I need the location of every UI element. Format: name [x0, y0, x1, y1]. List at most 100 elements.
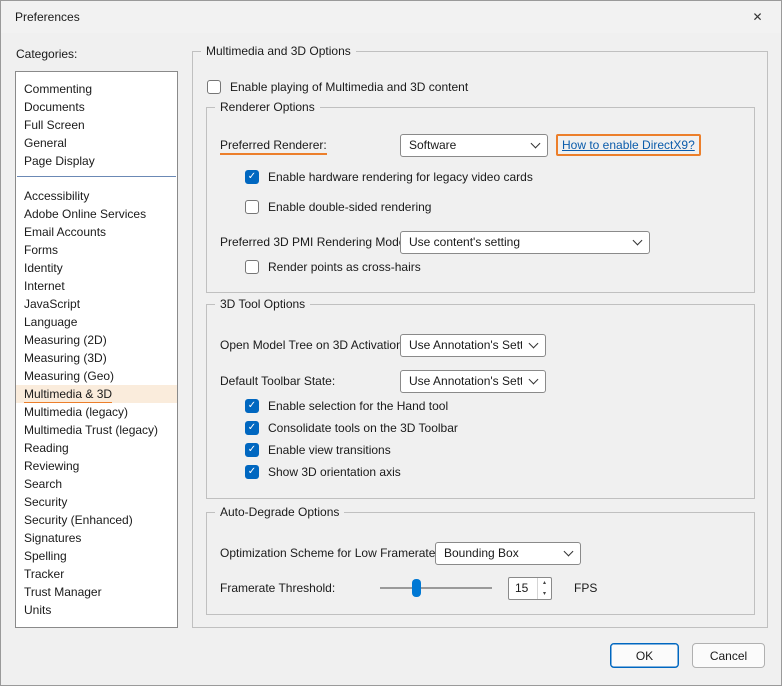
- model-tree-select[interactable]: Use Annotation's Setting: [400, 334, 546, 357]
- category-item-identity[interactable]: Identity: [16, 259, 177, 277]
- auto-degrade-options-title: Auto-Degrade Options: [215, 505, 344, 519]
- category-item-page-display[interactable]: Page Display: [16, 152, 177, 170]
- toolbar-state-label: Default Toolbar State:: [220, 374, 400, 388]
- category-item-measuring-3d[interactable]: Measuring (3D): [16, 349, 177, 367]
- chevron-down-icon: [529, 374, 539, 384]
- checkbox-consolidate-tools[interactable]: ✓ Consolidate tools on the 3D Toolbar: [245, 420, 458, 436]
- checkbox-hardware-rendering[interactable]: ✓ Enable hardware rendering for legacy v…: [245, 169, 533, 185]
- framerate-slider[interactable]: [380, 578, 492, 598]
- category-item-commenting[interactable]: Commenting: [16, 80, 177, 98]
- checkbox-double-sided[interactable]: Enable double-sided rendering: [245, 199, 431, 215]
- category-item-general[interactable]: General: [16, 134, 177, 152]
- category-item-tracker[interactable]: Tracker: [16, 565, 177, 583]
- optimization-select[interactable]: Bounding Box: [435, 542, 581, 565]
- toolbar-state-value: Use Annotation's Setting: [409, 374, 522, 388]
- category-item-multimedia-trust-legacy[interactable]: Multimedia Trust (legacy): [16, 421, 177, 439]
- checkbox-label: Consolidate tools on the 3D Toolbar: [268, 421, 458, 435]
- checkbox-checked-icon[interactable]: ✓: [245, 443, 259, 457]
- model-tree-row: Open Model Tree on 3D Activation: Use An…: [220, 333, 744, 357]
- checkbox-cross-hairs[interactable]: Render points as cross-hairs: [245, 259, 421, 275]
- category-item-forms[interactable]: Forms: [16, 241, 177, 259]
- pmi-rendering-value: Use content's setting: [409, 235, 520, 249]
- category-item-multimedia-legacy[interactable]: Multimedia (legacy): [16, 403, 177, 421]
- slider-track: [380, 587, 492, 589]
- framerate-value: 15: [509, 578, 537, 599]
- list-separator: [17, 176, 176, 177]
- optimization-value: Bounding Box: [444, 546, 519, 560]
- framerate-row: Framerate Threshold: 15 ▴ ▾ FPS: [220, 576, 744, 600]
- checkbox-checked-icon[interactable]: ✓: [245, 399, 259, 413]
- category-item-spelling[interactable]: Spelling: [16, 547, 177, 565]
- checkbox-label: Enable hardware rendering for legacy vid…: [268, 170, 533, 184]
- slider-thumb[interactable]: [412, 579, 421, 597]
- checkbox-unchecked-icon[interactable]: [245, 200, 259, 214]
- preferred-renderer-select[interactable]: Software: [400, 134, 548, 157]
- cancel-button[interactable]: Cancel: [692, 643, 765, 668]
- category-item-accessibility[interactable]: Accessibility: [16, 187, 177, 205]
- spin-up-icon: ▴: [543, 579, 546, 586]
- check-icon: ✓: [248, 172, 256, 182]
- category-item-reading[interactable]: Reading: [16, 439, 177, 457]
- chevron-down-icon: [529, 338, 539, 348]
- category-item-documents[interactable]: Documents: [16, 98, 177, 116]
- renderer-options-title: Renderer Options: [215, 100, 320, 114]
- close-icon: ✕: [752, 10, 762, 24]
- category-item-signatures[interactable]: Signatures: [16, 529, 177, 547]
- category-item-security[interactable]: Security: [16, 493, 177, 511]
- tool-options-title: 3D Tool Options: [215, 297, 310, 311]
- category-item-multimedia-3d-selected[interactable]: Multimedia & 3D: [16, 385, 177, 403]
- model-tree-label: Open Model Tree on 3D Activation:: [220, 338, 400, 352]
- category-item-reviewing[interactable]: Reviewing: [16, 457, 177, 475]
- checkbox-checked-icon[interactable]: ✓: [245, 421, 259, 435]
- optimization-label: Optimization Scheme for Low Framerate:: [220, 546, 435, 560]
- checkbox-orientation-axis[interactable]: ✓ Show 3D orientation axis: [245, 464, 401, 480]
- category-item-full-screen[interactable]: Full Screen: [16, 116, 177, 134]
- selected-category-label: Multimedia & 3D: [24, 387, 112, 403]
- framerate-label: Framerate Threshold:: [220, 581, 380, 595]
- check-icon: ✓: [248, 401, 256, 411]
- spin-up-button[interactable]: ▴: [538, 578, 551, 589]
- checkbox-checked-icon[interactable]: ✓: [245, 465, 259, 479]
- pmi-rendering-label: Preferred 3D PMI Rendering Mode:: [220, 235, 400, 249]
- checkbox-enable-multimedia[interactable]: Enable playing of Multimedia and 3D cont…: [207, 79, 468, 95]
- directx-help-link[interactable]: How to enable DirectX9?: [562, 138, 695, 152]
- spin-buttons: ▴ ▾: [537, 578, 551, 599]
- category-item-security-enhanced[interactable]: Security (Enhanced): [16, 511, 177, 529]
- check-icon: ✓: [248, 445, 256, 455]
- checkbox-label: Enable view transitions: [268, 443, 391, 457]
- category-item-measuring-2d[interactable]: Measuring (2D): [16, 331, 177, 349]
- directx-link-annotation: How to enable DirectX9?: [556, 134, 701, 156]
- category-list[interactable]: Commenting Documents Full Screen General…: [15, 71, 178, 628]
- checkbox-label: Enable selection for the Hand tool: [268, 399, 448, 413]
- model-tree-value: Use Annotation's Setting: [409, 338, 522, 352]
- ok-button[interactable]: OK: [610, 643, 679, 668]
- preferred-renderer-label: Preferred Renderer:: [220, 138, 400, 152]
- spin-down-button[interactable]: ▾: [538, 588, 551, 599]
- checkbox-view-transitions[interactable]: ✓ Enable view transitions: [245, 442, 391, 458]
- fps-label: FPS: [574, 581, 597, 595]
- framerate-spinbox[interactable]: 15 ▴ ▾: [508, 577, 552, 600]
- category-item-trust-manager[interactable]: Trust Manager: [16, 583, 177, 601]
- checkbox-unchecked-icon[interactable]: [207, 80, 221, 94]
- titlebar: Preferences: [1, 1, 781, 33]
- category-item-measuring-geo[interactable]: Measuring (Geo): [16, 367, 177, 385]
- pmi-rendering-select[interactable]: Use content's setting: [400, 231, 650, 254]
- checkbox-label: Show 3D orientation axis: [268, 465, 401, 479]
- toolbar-state-select[interactable]: Use Annotation's Setting: [400, 370, 546, 393]
- category-item-internet[interactable]: Internet: [16, 277, 177, 295]
- category-item-language[interactable]: Language: [16, 313, 177, 331]
- category-item-email-accounts[interactable]: Email Accounts: [16, 223, 177, 241]
- tool-options-group: 3D Tool Options Open Model Tree on 3D Ac…: [206, 304, 755, 499]
- close-button[interactable]: ✕: [735, 2, 780, 32]
- category-item-adobe-online-services[interactable]: Adobe Online Services: [16, 205, 177, 223]
- checkbox-unchecked-icon[interactable]: [245, 260, 259, 274]
- checkbox-checked-icon[interactable]: ✓: [245, 170, 259, 184]
- spin-down-icon: ▾: [543, 590, 546, 597]
- check-icon: ✓: [248, 423, 256, 433]
- checkbox-hand-tool-selection[interactable]: ✓ Enable selection for the Hand tool: [245, 398, 448, 414]
- category-item-units[interactable]: Units: [16, 601, 177, 619]
- preferred-renderer-row: Preferred Renderer: Software How to enab…: [220, 133, 744, 157]
- category-item-search[interactable]: Search: [16, 475, 177, 493]
- checkbox-label: Enable double-sided rendering: [268, 200, 431, 214]
- category-item-javascript[interactable]: JavaScript: [16, 295, 177, 313]
